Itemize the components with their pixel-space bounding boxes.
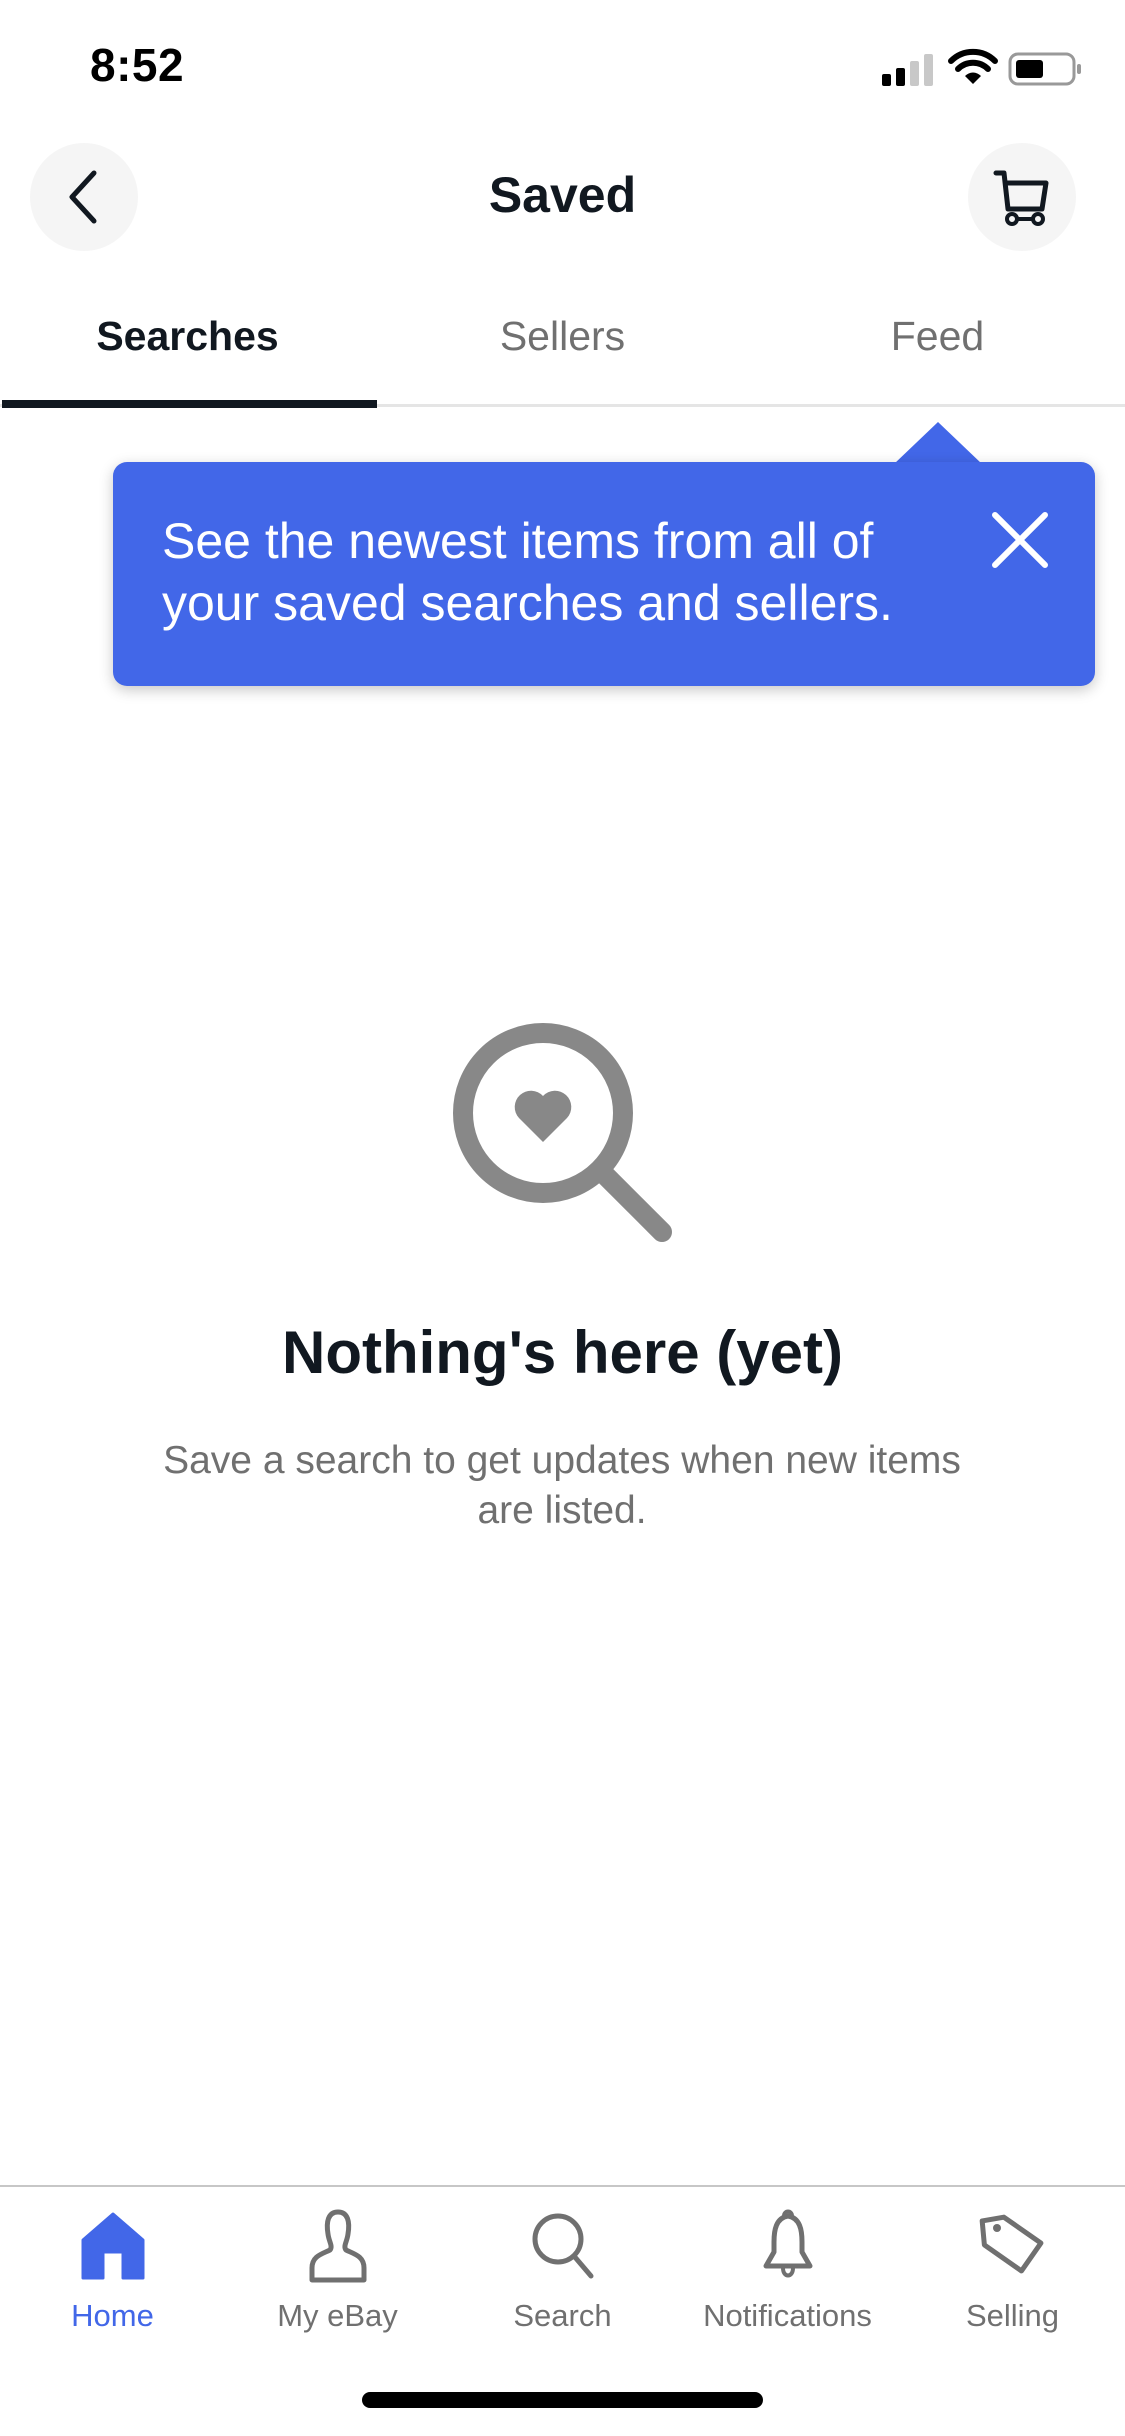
empty-state-subtitle: Save a search to get updates when new it… [163,1439,961,1532]
tab-feed[interactable]: Feed [750,296,1125,408]
nav-my-ebay[interactable]: My eBay [225,2190,450,2340]
status-time: 8:52 [90,39,185,91]
person-icon [309,2209,366,2283]
home-indicator [362,2392,763,2408]
nav-selling[interactable]: Selling [900,2190,1125,2340]
tab-sellers[interactable]: Sellers [375,296,750,408]
nav-label: Notifications [703,2298,872,2333]
active-tab-indicator [2,400,377,408]
search-heart-icon [453,1023,672,1242]
bottom-nav-divider [0,2185,1125,2187]
tooltip-arrow [894,422,982,464]
search-icon [532,2213,593,2279]
close-icon[interactable] [985,505,1055,575]
page-title: Saved [488,167,637,223]
empty-state-title: Nothing's here (yet) [282,1319,843,1386]
cart-button[interactable] [968,143,1076,251]
nav-label: Home [71,2298,154,2333]
bottom-nav: Home My eBay Search Notifications Sellin… [0,2190,1125,2340]
home-icon [81,2212,144,2280]
nav-label: Selling [965,2298,1060,2333]
tab-searches[interactable]: Searches [0,296,375,408]
bell-icon [763,2209,812,2278]
signal-icon [882,54,933,86]
nav-search[interactable]: Search [450,2190,675,2340]
nav-home[interactable]: Home [0,2190,225,2340]
nav-label: My eBay [277,2298,398,2333]
tooltip-text: See the newest items from all of your sa… [162,513,893,631]
cart-icon [993,170,1049,226]
wifi-icon [948,48,998,84]
tag-icon [979,2214,1043,2274]
tab-bar: Searches Sellers Feed [0,296,1125,408]
battery-icon [1008,52,1081,86]
nav-notifications[interactable]: Notifications [675,2190,900,2340]
nav-label: Search [513,2298,612,2333]
